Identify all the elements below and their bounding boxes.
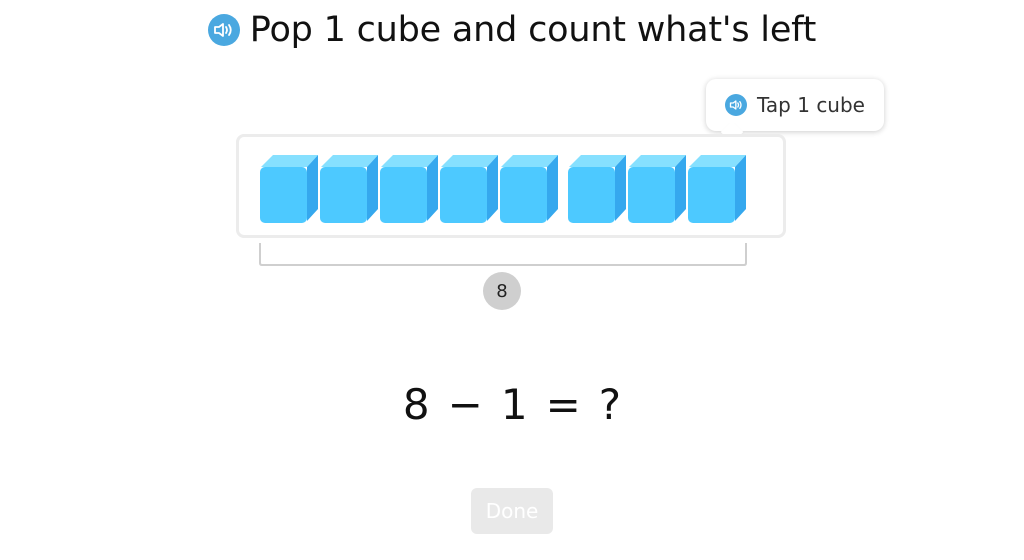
done-button[interactable]: Done <box>471 488 553 534</box>
cube[interactable] <box>688 155 746 223</box>
equation-equals: = <box>545 380 581 429</box>
count-bracket <box>259 243 747 266</box>
equation-subtrahend: 1 <box>500 380 528 429</box>
tooltip-text: Tap 1 cube <box>757 93 865 117</box>
cube[interactable] <box>568 155 626 223</box>
equation-minuend: 8 <box>402 380 430 429</box>
cube[interactable] <box>440 155 498 223</box>
speaker-icon[interactable] <box>725 94 748 116</box>
count-badge: 8 <box>483 272 521 310</box>
cube[interactable] <box>500 155 558 223</box>
equation-answer[interactable]: ? <box>599 380 621 430</box>
cube[interactable] <box>380 155 438 223</box>
cube[interactable] <box>628 155 686 223</box>
equation-operator: − <box>447 380 483 429</box>
equation: 8−1 =? <box>0 380 1024 430</box>
cube[interactable] <box>260 155 318 223</box>
cube[interactable] <box>320 155 378 223</box>
